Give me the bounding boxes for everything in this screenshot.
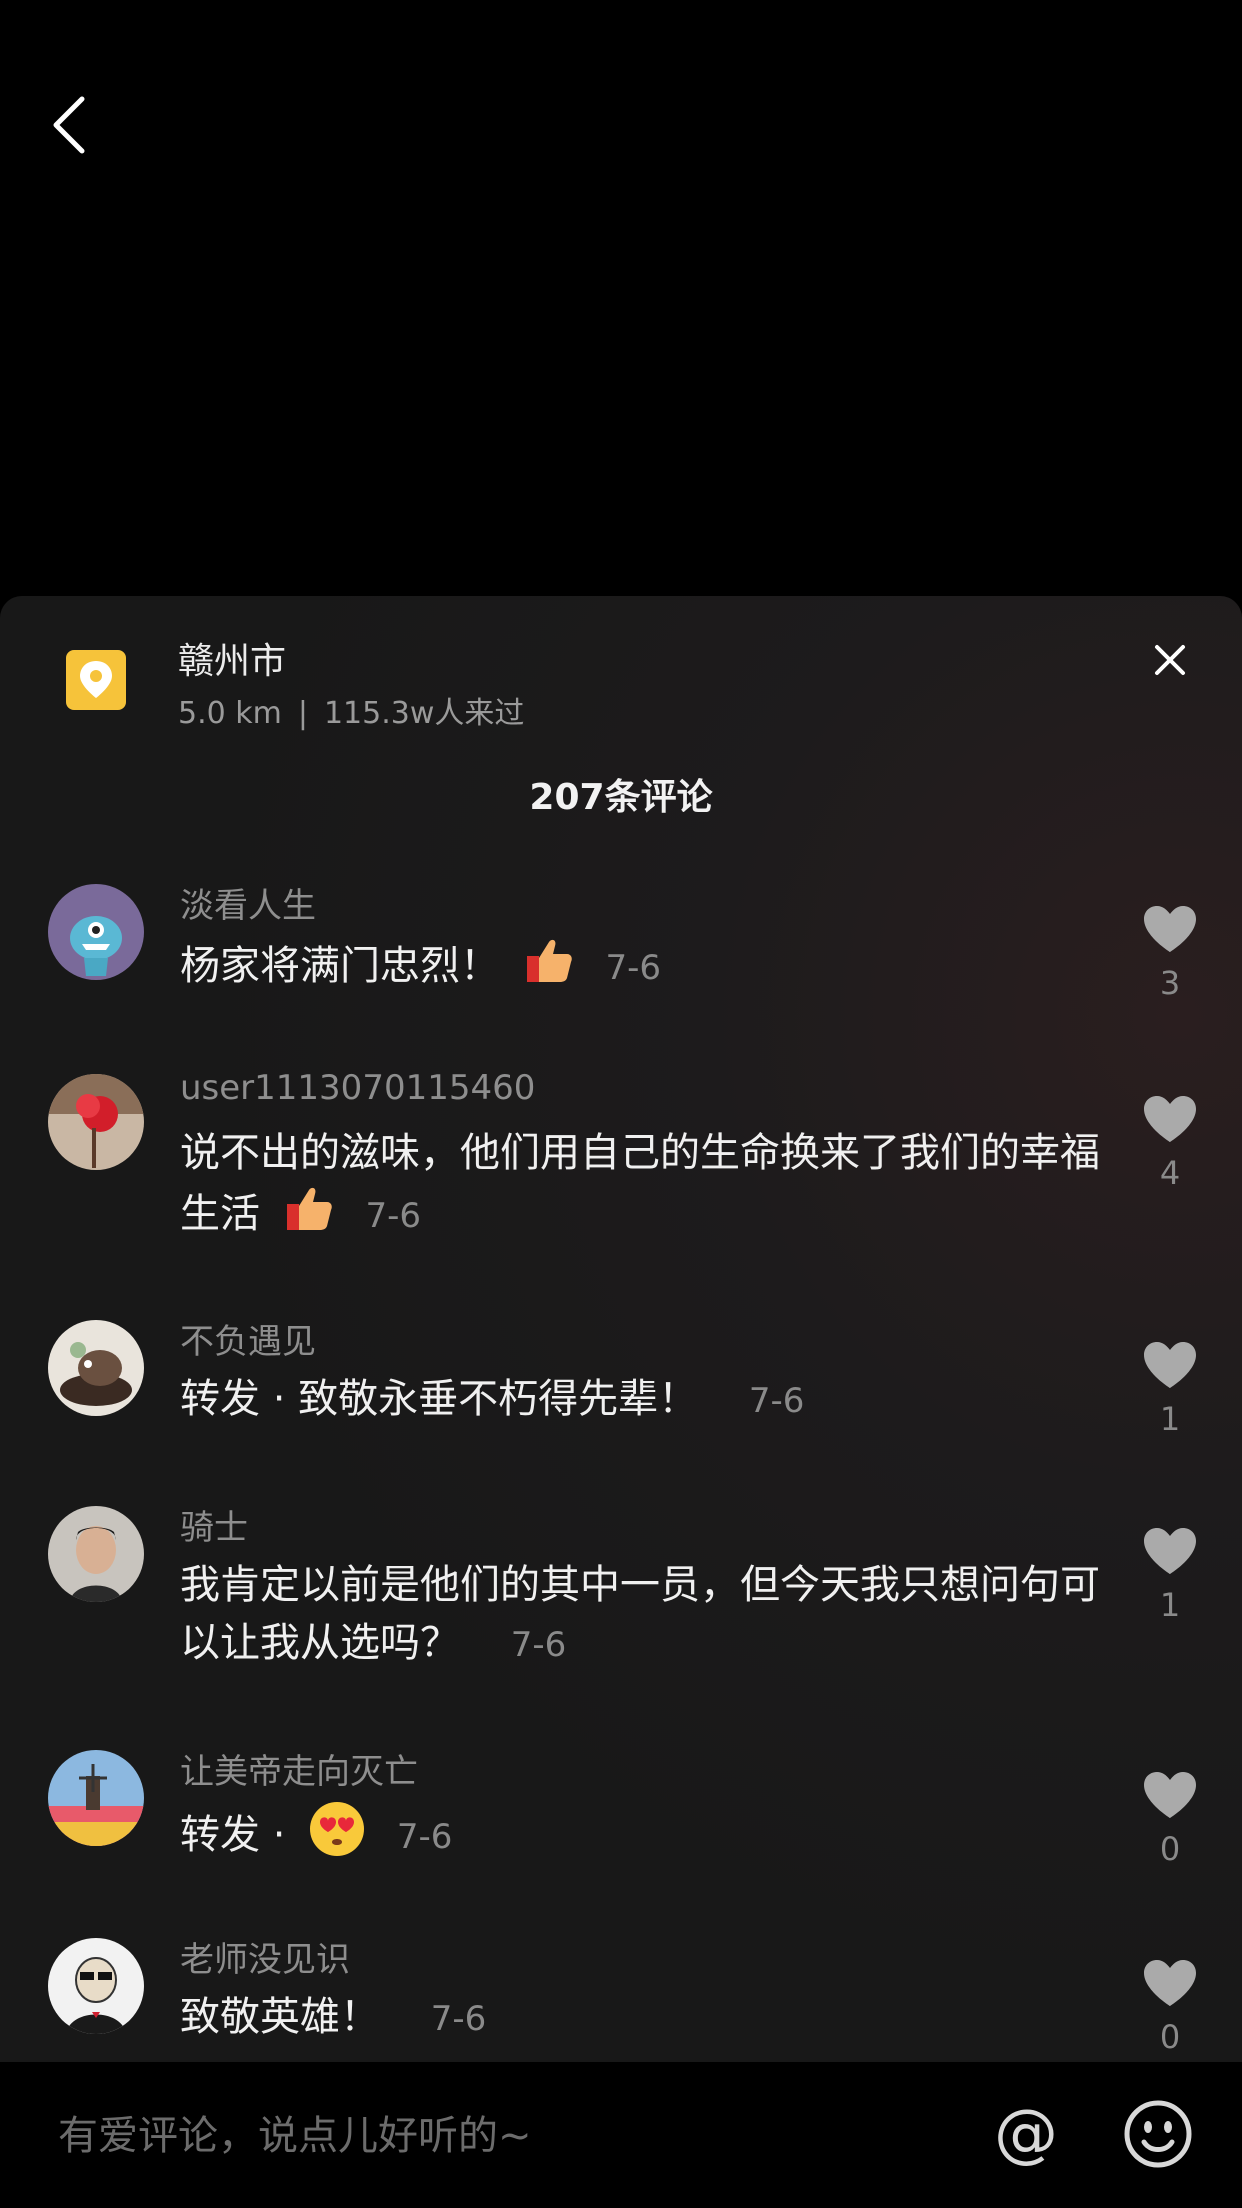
screen: 赣州市 5.0 km | 115.3w人来过 207条评论 淡看人生 杨家将满门… bbox=[0, 0, 1242, 2208]
thumbs-up-icon bbox=[283, 1182, 335, 1250]
comment-date: 7-6 bbox=[748, 1381, 805, 1421]
comment-body: 转发 · 致敬永垂不朽得先辈！ bbox=[180, 1376, 699, 1422]
comment-date: 7-6 bbox=[396, 1817, 453, 1857]
smiley-icon bbox=[1124, 2100, 1192, 2168]
comment-text: 转发 · 致敬永垂不朽得先辈！ 7-6 bbox=[180, 1370, 1100, 1430]
avatar[interactable] bbox=[48, 1938, 144, 2034]
avatar[interactable] bbox=[48, 1750, 144, 1846]
like-count: 4 bbox=[1159, 1154, 1181, 1192]
comment-body: 转发 · bbox=[180, 1812, 286, 1858]
comment-text: 杨家将满门忠烈！ 7-6 bbox=[180, 934, 1100, 1002]
avatar[interactable] bbox=[48, 884, 144, 980]
thumbs-up-icon bbox=[523, 934, 575, 1002]
chevron-left-icon bbox=[53, 96, 85, 154]
like-button[interactable]: 0 bbox=[1140, 1770, 1200, 1868]
location-visitors: 115.3w人来过 bbox=[323, 696, 525, 731]
comment-username[interactable]: 骑士 bbox=[180, 1500, 248, 1549]
avatar[interactable] bbox=[48, 1074, 144, 1170]
back-button[interactable] bbox=[40, 90, 100, 160]
comment-text: 说不出的滋味，他们用自己的生命换来了我们的幸福生活 7-6 bbox=[180, 1124, 1100, 1250]
heart-icon bbox=[1144, 1772, 1196, 1818]
location-pin-icon bbox=[66, 650, 126, 710]
like-button[interactable]: 4 bbox=[1140, 1094, 1200, 1192]
avatar[interactable] bbox=[48, 1320, 144, 1416]
like-count: 1 bbox=[1159, 1400, 1181, 1438]
heart-icon bbox=[1144, 1096, 1196, 1142]
avatar[interactable] bbox=[48, 1506, 144, 1602]
location-meta: 5.0 km | 115.3w人来过 bbox=[178, 688, 524, 732]
like-count: 1 bbox=[1159, 1586, 1181, 1624]
heart-eyes-emoji-icon bbox=[308, 1800, 366, 1874]
comment-input[interactable] bbox=[56, 2102, 960, 2170]
comment-text: 转发 · 7-6 bbox=[180, 1800, 1100, 1874]
comment-body: 我肯定以前是他们的其中一员，但今天我只想问句可以让我从选吗？ bbox=[180, 1562, 1100, 1666]
comment-date: 7-6 bbox=[430, 1999, 487, 2039]
heart-icon bbox=[1144, 906, 1196, 952]
comment-username[interactable]: 让美帝走向灭亡 bbox=[180, 1744, 418, 1793]
like-count: 0 bbox=[1159, 1830, 1181, 1868]
comment-username[interactable]: user1113070115460 bbox=[180, 1068, 535, 1108]
location-name: 赣州市 bbox=[178, 641, 287, 682]
like-button[interactable]: 0 bbox=[1140, 1958, 1200, 2056]
like-button[interactable]: 3 bbox=[1140, 904, 1200, 1002]
comment-sheet: 赣州市 5.0 km | 115.3w人来过 207条评论 淡看人生 杨家将满门… bbox=[0, 596, 1242, 2208]
location-header[interactable]: 赣州市 5.0 km | 115.3w人来过 bbox=[0, 596, 1242, 731]
mention-button[interactable]: @ bbox=[990, 2098, 1062, 2170]
location-distance: 5.0 km bbox=[178, 696, 282, 731]
like-count: 0 bbox=[1159, 2018, 1181, 2056]
like-button[interactable]: 1 bbox=[1140, 1340, 1200, 1438]
like-button[interactable]: 1 bbox=[1140, 1526, 1200, 1624]
heart-icon bbox=[1144, 1960, 1196, 2006]
comment-username[interactable]: 淡看人生 bbox=[180, 878, 316, 927]
close-icon bbox=[1155, 645, 1185, 675]
comment-text: 我肯定以前是他们的其中一员，但今天我只想问句可以让我从选吗？ 7-6 bbox=[180, 1556, 1100, 1674]
comment-username[interactable]: 老师没见识 bbox=[180, 1932, 350, 1981]
comment-input-bar: @ bbox=[0, 2062, 1242, 2208]
emoji-button[interactable] bbox=[1122, 2098, 1194, 2170]
heart-icon bbox=[1144, 1528, 1196, 1574]
location-separator: | bbox=[297, 696, 308, 731]
close-button[interactable] bbox=[1144, 634, 1196, 686]
heart-icon bbox=[1144, 1342, 1196, 1388]
comment-count: 207条评论 bbox=[529, 777, 713, 818]
comment-body: 致敬英雄！ bbox=[180, 1994, 380, 2040]
comment-username[interactable]: 不负遇见 bbox=[180, 1314, 316, 1363]
like-count: 3 bbox=[1159, 964, 1181, 1002]
comment-body: 杨家将满门忠烈！ bbox=[180, 943, 500, 989]
comment-text: 致敬英雄！ 7-6 bbox=[180, 1988, 1100, 2048]
comment-date: 7-6 bbox=[365, 1196, 421, 1236]
comment-date: 7-6 bbox=[510, 1625, 567, 1665]
comment-date: 7-6 bbox=[605, 948, 661, 988]
